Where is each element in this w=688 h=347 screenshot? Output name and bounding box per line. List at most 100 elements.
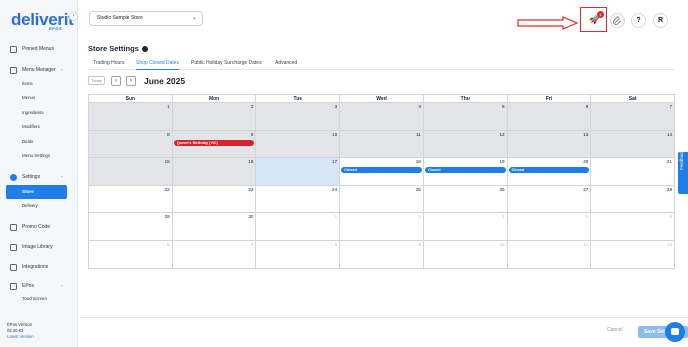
- day-number: 8: [334, 241, 338, 247]
- sidebar-item-image-library[interactable]: Image Library: [10, 241, 53, 253]
- feedback-tab[interactable]: Feedback: [678, 150, 688, 194]
- calendar-month-title: June 2025: [144, 76, 186, 86]
- calendar-week: 6 7 8 9 10 11 12: [89, 240, 674, 269]
- calendar-day[interactable]: 2: [172, 103, 257, 130]
- day-number: 2: [250, 104, 254, 109]
- sidebar-item-menu-manager[interactable]: Menu Manager ⌃: [10, 64, 63, 76]
- sidebar-subitem-ingredients[interactable]: Ingredients: [22, 110, 44, 115]
- tab-shop-closed-dates[interactable]: Shop Closed Dates: [136, 58, 180, 70]
- calendar-day[interactable]: 27: [508, 185, 592, 212]
- help-button[interactable]: ?: [631, 13, 646, 28]
- day-number: 10: [332, 131, 338, 137]
- calendar-day[interactable]: 5: [423, 103, 508, 130]
- chat-button[interactable]: [665, 322, 685, 342]
- calendar-day-next-month[interactable]: 3: [424, 213, 508, 240]
- closed-event[interactable]: Closed: [341, 167, 422, 173]
- day-number: 3: [334, 104, 338, 109]
- calendar-day-today[interactable]: 17: [256, 158, 341, 185]
- holiday-event[interactable]: Queen's Birthday (VIC): [173, 139, 255, 146]
- calendar-day-next-month[interactable]: 6: [89, 240, 173, 268]
- sidebar-subitem-touchscreen[interactable]: Touchscreen: [22, 296, 47, 301]
- calendar-day[interactable]: 16: [172, 158, 257, 185]
- calendar-day[interactable]: 13: [507, 130, 592, 157]
- calendar-day[interactable]: 20 Closed: [508, 158, 592, 185]
- calendar-day[interactable]: 4: [340, 103, 424, 130]
- version-info: EPos Version 02.20.63 Latest Version: [7, 322, 34, 340]
- sidebar-subitem-menu-settings[interactable]: Menu Settings: [22, 153, 50, 158]
- sidebar-item-label: EPos: [22, 283, 34, 289]
- calendar-day[interactable]: 21: [591, 158, 674, 185]
- calendar-day-next-month[interactable]: 9: [340, 240, 424, 268]
- tab-advanced[interactable]: Advanced: [275, 58, 297, 70]
- sidebar-subitem-menus[interactable]: Menus: [22, 95, 35, 100]
- day-number: 11: [583, 241, 589, 247]
- tab-public-holiday-surcharge-dates[interactable]: Public Holiday Surcharge Dates: [191, 58, 262, 70]
- day-number: 4: [585, 214, 589, 219]
- calendar-day[interactable]: 9 Queen's Birthday (VIC): [172, 130, 257, 157]
- cancel-button[interactable]: Cancel: [607, 327, 623, 333]
- calendar-day-next-month[interactable]: 1: [256, 213, 341, 240]
- tab-trading-hours[interactable]: Trading Hours: [93, 58, 125, 70]
- calendar-weekday-header: Sun Mon Tue Wed Thu Fri Sat: [89, 95, 674, 103]
- brand-logo[interactable]: deliverit: [11, 10, 74, 30]
- collapse-sidebar-button[interactable]: ›: [69, 12, 78, 21]
- closed-event[interactable]: Closed: [508, 167, 590, 173]
- calendar-day[interactable]: 3: [256, 103, 341, 130]
- store-select[interactable]: Studio Sample Store ⌄: [89, 11, 203, 26]
- calendar-day[interactable]: 22: [89, 185, 173, 212]
- calendar-day-next-month[interactable]: 11: [508, 240, 592, 268]
- calendar-day-next-month[interactable]: 5: [591, 213, 674, 240]
- calendar-day[interactable]: 19 Closed: [424, 158, 508, 185]
- day-number: 10: [499, 241, 505, 247]
- user-avatar[interactable]: R: [653, 13, 668, 28]
- calendar-day-next-month[interactable]: 10: [424, 240, 508, 268]
- calendar-day-next-month[interactable]: 4: [508, 213, 592, 240]
- calendar-day[interactable]: 6: [507, 103, 592, 130]
- calendar-day-next-month[interactable]: 12: [591, 241, 674, 269]
- day-number: 16: [248, 159, 254, 164]
- sidebar-item-epos[interactable]: EPos ⌃: [10, 280, 63, 292]
- sidebar-subitem-deals[interactable]: Deals: [22, 139, 33, 144]
- calendar-day[interactable]: 30: [173, 213, 257, 240]
- calendar-day[interactable]: 29: [89, 213, 173, 240]
- day-number: 2: [418, 214, 421, 219]
- day-number: 13: [583, 131, 589, 137]
- calendar-day[interactable]: 24: [256, 185, 341, 212]
- calendar-day[interactable]: 26: [424, 185, 508, 212]
- calendar-day[interactable]: 11: [340, 130, 424, 157]
- calendar-day[interactable]: 8: [89, 130, 173, 157]
- sidebar-item-integrations[interactable]: Integrations: [10, 261, 48, 273]
- next-month-button[interactable]: ›: [126, 76, 136, 86]
- sidebar-item-pinned-menus[interactable]: Pinned Menus: [10, 43, 54, 55]
- sidebar-item-settings[interactable]: Settings ⌃: [10, 171, 63, 183]
- calendar-day[interactable]: 23: [173, 185, 257, 212]
- today-button[interactable]: Today: [88, 76, 105, 85]
- attachment-button[interactable]: [610, 13, 625, 28]
- sidebar-subitem-store[interactable]: Store: [6, 185, 67, 199]
- latest-version-link[interactable]: Latest Version: [7, 334, 34, 340]
- sidebar-subitem-items[interactable]: Items: [22, 81, 33, 86]
- calendar-day[interactable]: 10: [256, 130, 341, 157]
- sidebar-subitem-delivery[interactable]: Delivery: [22, 203, 38, 208]
- closed-event[interactable]: Closed: [424, 167, 506, 173]
- calendar-day-next-month[interactable]: 2: [340, 213, 424, 240]
- sidebar-subitem-modifiers[interactable]: Modifiers: [22, 124, 40, 129]
- calendar-day[interactable]: 18 Closed: [340, 158, 424, 185]
- calendar-day[interactable]: 12: [423, 130, 508, 157]
- sidebar-item-label: Menu Manager: [22, 67, 56, 73]
- pos-icon: [10, 282, 17, 290]
- calendar-day[interactable]: 14: [591, 130, 675, 157]
- calendar-day[interactable]: 15: [89, 158, 173, 185]
- calendar-day[interactable]: 1: [89, 103, 173, 130]
- info-icon[interactable]: [141, 46, 148, 53]
- prev-month-button[interactable]: ‹: [111, 76, 121, 86]
- calendar-day[interactable]: 25: [340, 185, 424, 212]
- day-number: 6: [167, 241, 170, 247]
- calendar-day-next-month[interactable]: 7: [173, 240, 257, 268]
- calendar-day[interactable]: 28: [591, 186, 674, 213]
- sidebar-item-promo-code[interactable]: Promo Code: [10, 221, 50, 233]
- calendar-day[interactable]: 7: [591, 103, 675, 130]
- calendar-day-next-month[interactable]: 8: [256, 240, 341, 268]
- weekday-sun: Sun: [89, 95, 173, 102]
- day-number: 26: [499, 186, 505, 192]
